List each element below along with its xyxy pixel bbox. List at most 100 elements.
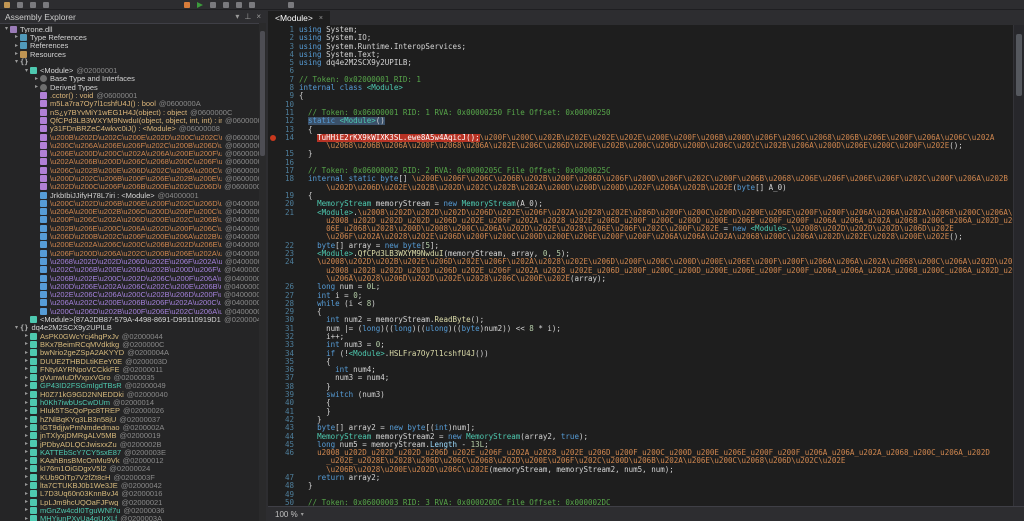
tree-item[interactable]: \u202A\u206B\u200D\u206C\u2068\u200C\u20… — [0, 158, 266, 166]
code-line[interactable]: 23 <Module>.QfCPd3LB3WXYM9NwduI(memorySt… — [268, 250, 1014, 258]
tree-item[interactable]: QfCPd3LB3WXYM9NwduI(object, object, int,… — [0, 116, 266, 124]
tree-item[interactable]: ▸gVunwIuDfVxpxVGro@02000035 — [0, 373, 266, 381]
save-all-icon[interactable] — [17, 2, 23, 8]
tree-item[interactable]: ▸Base Type and Interfaces — [0, 75, 266, 83]
tree-item[interactable]: ▸Resources — [0, 50, 266, 58]
tree-item[interactable]: ▸KAahBnsBMcOnMu9Vk@02000012 — [0, 456, 266, 464]
tree-item[interactable]: ▾<Module>@02000001 — [0, 66, 266, 74]
tree-item[interactable]: ▸L7D3Uq60n03KnnBvJ4@02000016 — [0, 490, 266, 498]
code-line[interactable]: 1using System; — [268, 26, 1014, 34]
code-line[interactable]: 34 if (!<Module>.HSLFra7Oy7l1cshfU4J()) — [268, 350, 1014, 358]
breakpoint-margin[interactable] — [268, 209, 278, 217]
tree-item[interactable]: \u200E\u202A\u206C\u200C\u206B\u202D\u20… — [0, 241, 266, 249]
breakpoint-margin[interactable] — [268, 383, 278, 391]
code-line[interactable]: 16 — [268, 159, 1014, 167]
tree-item[interactable]: JrkbIbiJJifyH78L7iri : <Module>@04000001 — [0, 191, 266, 199]
tree-item[interactable]: ▸References — [0, 42, 266, 50]
expand-arrow-icon[interactable]: ▸ — [13, 33, 20, 41]
breakpoint-margin[interactable] — [268, 43, 278, 51]
code-line[interactable]: 31 num |= (long)((long)((ulong)((byte)nu… — [268, 325, 1014, 333]
code-line[interactable]: _u202E_u2028E\u2028\u206D\u206C\u2068\u2… — [268, 457, 1014, 465]
breakpoint-margin[interactable] — [268, 233, 278, 241]
code-line[interactable]: 18 internal static byte[] \u200E\u206F\u… — [268, 175, 1014, 183]
tree-item[interactable]: \u202C\u206B\u200E\u206A\u202B\u200D\u20… — [0, 266, 266, 274]
expand-arrow-icon[interactable]: ▸ — [33, 75, 40, 83]
tree-item[interactable]: .cctor() : void@06000001 — [0, 91, 266, 99]
expand-arrow-icon[interactable]: ▸ — [23, 481, 30, 489]
tree-item[interactable]: \u200C\u202D\u206B\u206E\u200F\u202C\u20… — [0, 199, 266, 207]
code-line[interactable]: 50 // Token: 0x06000003 RID: 3 RVA: 0x00… — [268, 499, 1014, 506]
code-line[interactable]: \u206A\u2028\u206D\u202D\u202E\u2028\u20… — [268, 275, 1014, 283]
breakpoint-margin[interactable] — [268, 350, 278, 358]
tree-item[interactable]: \u200D\u202C\u206B\u200F\u206E\u202B\u20… — [0, 174, 266, 182]
breakpoint-margin[interactable] — [268, 242, 278, 250]
tree-item[interactable]: ▸h0Kh7iwbUsCwDUm@02000014 — [0, 398, 266, 406]
code-line[interactable]: \u2068\u206B\u206A\u200F\u2068\u206A\u20… — [268, 142, 1014, 150]
open-file-icon[interactable] — [4, 2, 10, 8]
tree-item[interactable]: \u200C\u206A\u206E\u206F\u202C\u200B\u20… — [0, 141, 266, 149]
breakpoint-margin[interactable] — [268, 358, 278, 366]
tree-item[interactable]: \u200F\u206C\u202A\u206D\u200E\u202C\u20… — [0, 216, 266, 224]
breakpoint-margin[interactable] — [268, 308, 278, 316]
breakpoint-margin[interactable] — [268, 466, 278, 474]
expand-arrow-icon[interactable]: ▸ — [23, 432, 30, 440]
breakpoint-margin[interactable] — [268, 142, 278, 150]
breakpoint-margin[interactable] — [268, 217, 278, 225]
code-line[interactable]: 3using System.Runtime.InteropServices; — [268, 43, 1014, 51]
code-line[interactable]: 28 while (i < 8) — [268, 300, 1014, 308]
breakpoint-margin[interactable] — [268, 92, 278, 100]
tree-item[interactable]: ▸H0Z71kG9GD2NNEDDki@02000040 — [0, 390, 266, 398]
expand-arrow-icon[interactable]: ▸ — [23, 490, 30, 498]
tree-item[interactable]: ▸MHYiunPXyUa4gUrXLf@0200003A — [0, 515, 266, 521]
expand-arrow-icon[interactable]: ▸ — [33, 83, 40, 91]
code-line[interactable]: u2008_u202D_u202D_u202D_u206D_u202E_u206… — [268, 217, 1014, 225]
breakpoint-margin[interactable] — [268, 341, 278, 349]
breakpoint-margin[interactable] — [268, 26, 278, 34]
code-line[interactable]: 22 byte[] array = new byte[5]; — [268, 242, 1014, 250]
breakpoint-margin[interactable] — [268, 275, 278, 283]
breakpoint-margin[interactable] — [268, 424, 278, 432]
code-line[interactable]: 32 i++; — [268, 333, 1014, 341]
code-line[interactable]: 15 } — [268, 150, 1014, 158]
breakpoint-margin[interactable] — [268, 449, 278, 457]
tree-item[interactable]: ▸bwNrio2geZSpA2AKYYD@0200004A — [0, 349, 266, 357]
expand-arrow-icon[interactable]: ▸ — [23, 473, 30, 481]
expand-arrow-icon[interactable]: ▸ — [23, 407, 30, 415]
code-line[interactable]: 8internal class <Module> — [268, 84, 1014, 92]
tree-item[interactable]: \u200D\u206E\u202A\u206C\u202C\u200E\u20… — [0, 282, 266, 290]
breakpoint-margin[interactable] — [268, 374, 278, 382]
collapse-arrow-icon[interactable]: ▾ — [23, 67, 30, 75]
code-line[interactable]: 17 // Token: 0x06000002 RID: 2 RVA: 0x00… — [268, 167, 1014, 175]
expand-arrow-icon[interactable]: ▸ — [23, 415, 30, 423]
tree-item[interactable]: ▸mGnZw4cdI0TguWNf7u@02000036 — [0, 506, 266, 514]
debug-icon[interactable] — [184, 2, 190, 8]
code-line[interactable]: 44 MemoryStream memoryStream2 = new Memo… — [268, 433, 1014, 441]
breakpoint-margin[interactable] — [268, 84, 278, 92]
expand-arrow-icon[interactable]: ▸ — [23, 515, 30, 521]
breakpoint-margin[interactable] — [268, 250, 278, 258]
settings-icon[interactable] — [288, 2, 294, 8]
close-icon[interactable]: × — [256, 13, 261, 21]
tree-item[interactable]: ▸lta7CTUKBJ0b1We3JE@02000042 — [0, 481, 266, 489]
tree-item[interactable]: ▸Derived Types — [0, 83, 266, 91]
tree-item[interactable]: ▾{}dq4e2M2SCX9y2UPILB — [0, 324, 266, 332]
tree-item[interactable]: \u200B\u202D\u202C\u200E\u202D\u200C\u20… — [0, 133, 266, 141]
start-icon[interactable] — [197, 2, 203, 8]
breakpoint-margin[interactable] — [268, 59, 278, 67]
tree-item[interactable]: ▸jnTXlyxjDMRgALV5MB@02000019 — [0, 432, 266, 440]
code-line[interactable]: 26 long num = 0L; — [268, 283, 1014, 291]
code-line[interactable]: 4using System.Text; — [268, 51, 1014, 59]
step-out-icon[interactable] — [236, 2, 242, 8]
code-line[interactable]: u2008_u2028_u202D_u202D_u206D_u202E_u206… — [268, 267, 1014, 275]
code-line[interactable]: 2using System.IO; — [268, 34, 1014, 42]
expand-arrow-icon[interactable]: ▸ — [23, 423, 30, 431]
tree-item[interactable]: \u206A\u202C\u200E\u206B\u206F\u202A\u20… — [0, 299, 266, 307]
code-line[interactable]: 14 TuHHiE2rKX9kWIXK3SL.ewe8A5w4AqicJ();\… — [268, 134, 1014, 142]
tree-item[interactable]: \u202B\u206E\u200C\u206A\u202D\u200F\u20… — [0, 224, 266, 232]
tree-item[interactable]: ▸FNtyIAYRNpoVCCkkFE@02000011 — [0, 365, 266, 373]
breakpoint-margin[interactable] — [268, 175, 278, 183]
expand-arrow-icon[interactable]: ▸ — [23, 349, 30, 357]
code-line[interactable]: 43 byte[] array2 = new byte[(int)num]; — [268, 424, 1014, 432]
tree-item[interactable]: nS¿y7BYvMiY1wEG1H4J(object) : object@060… — [0, 108, 266, 116]
tab-close-icon[interactable]: × — [319, 15, 323, 22]
